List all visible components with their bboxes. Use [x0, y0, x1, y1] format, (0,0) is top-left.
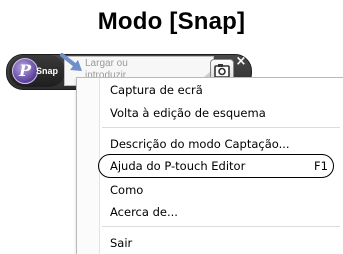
close-icon[interactable]: ×	[233, 54, 249, 70]
menu-item-back-to-layout[interactable]: Volta à edição de esquema	[110, 106, 266, 120]
menu-item-capture-mode-description[interactable]: Descrição do modo Captação...	[110, 137, 290, 151]
menu-item-screen-capture[interactable]: Captura de ecrã	[110, 83, 203, 97]
menu-separator	[102, 226, 340, 227]
p-touch-logo-icon: P	[12, 58, 38, 84]
page-title: Modo [Snap]	[97, 8, 246, 35]
menu-item-exit[interactable]: Sair	[110, 236, 132, 250]
menu-item-about[interactable]: Acerca de...	[110, 205, 178, 219]
snap-logo-label: Snap	[36, 66, 59, 76]
menu-icon-gutter	[77, 78, 100, 254]
menu-item-how[interactable]: Como	[110, 183, 143, 197]
highlight-oval	[98, 154, 334, 178]
drag-arrow-icon	[60, 53, 82, 71]
menu-separator	[102, 127, 340, 128]
snap-logo-button[interactable]: P Snap	[9, 55, 65, 87]
